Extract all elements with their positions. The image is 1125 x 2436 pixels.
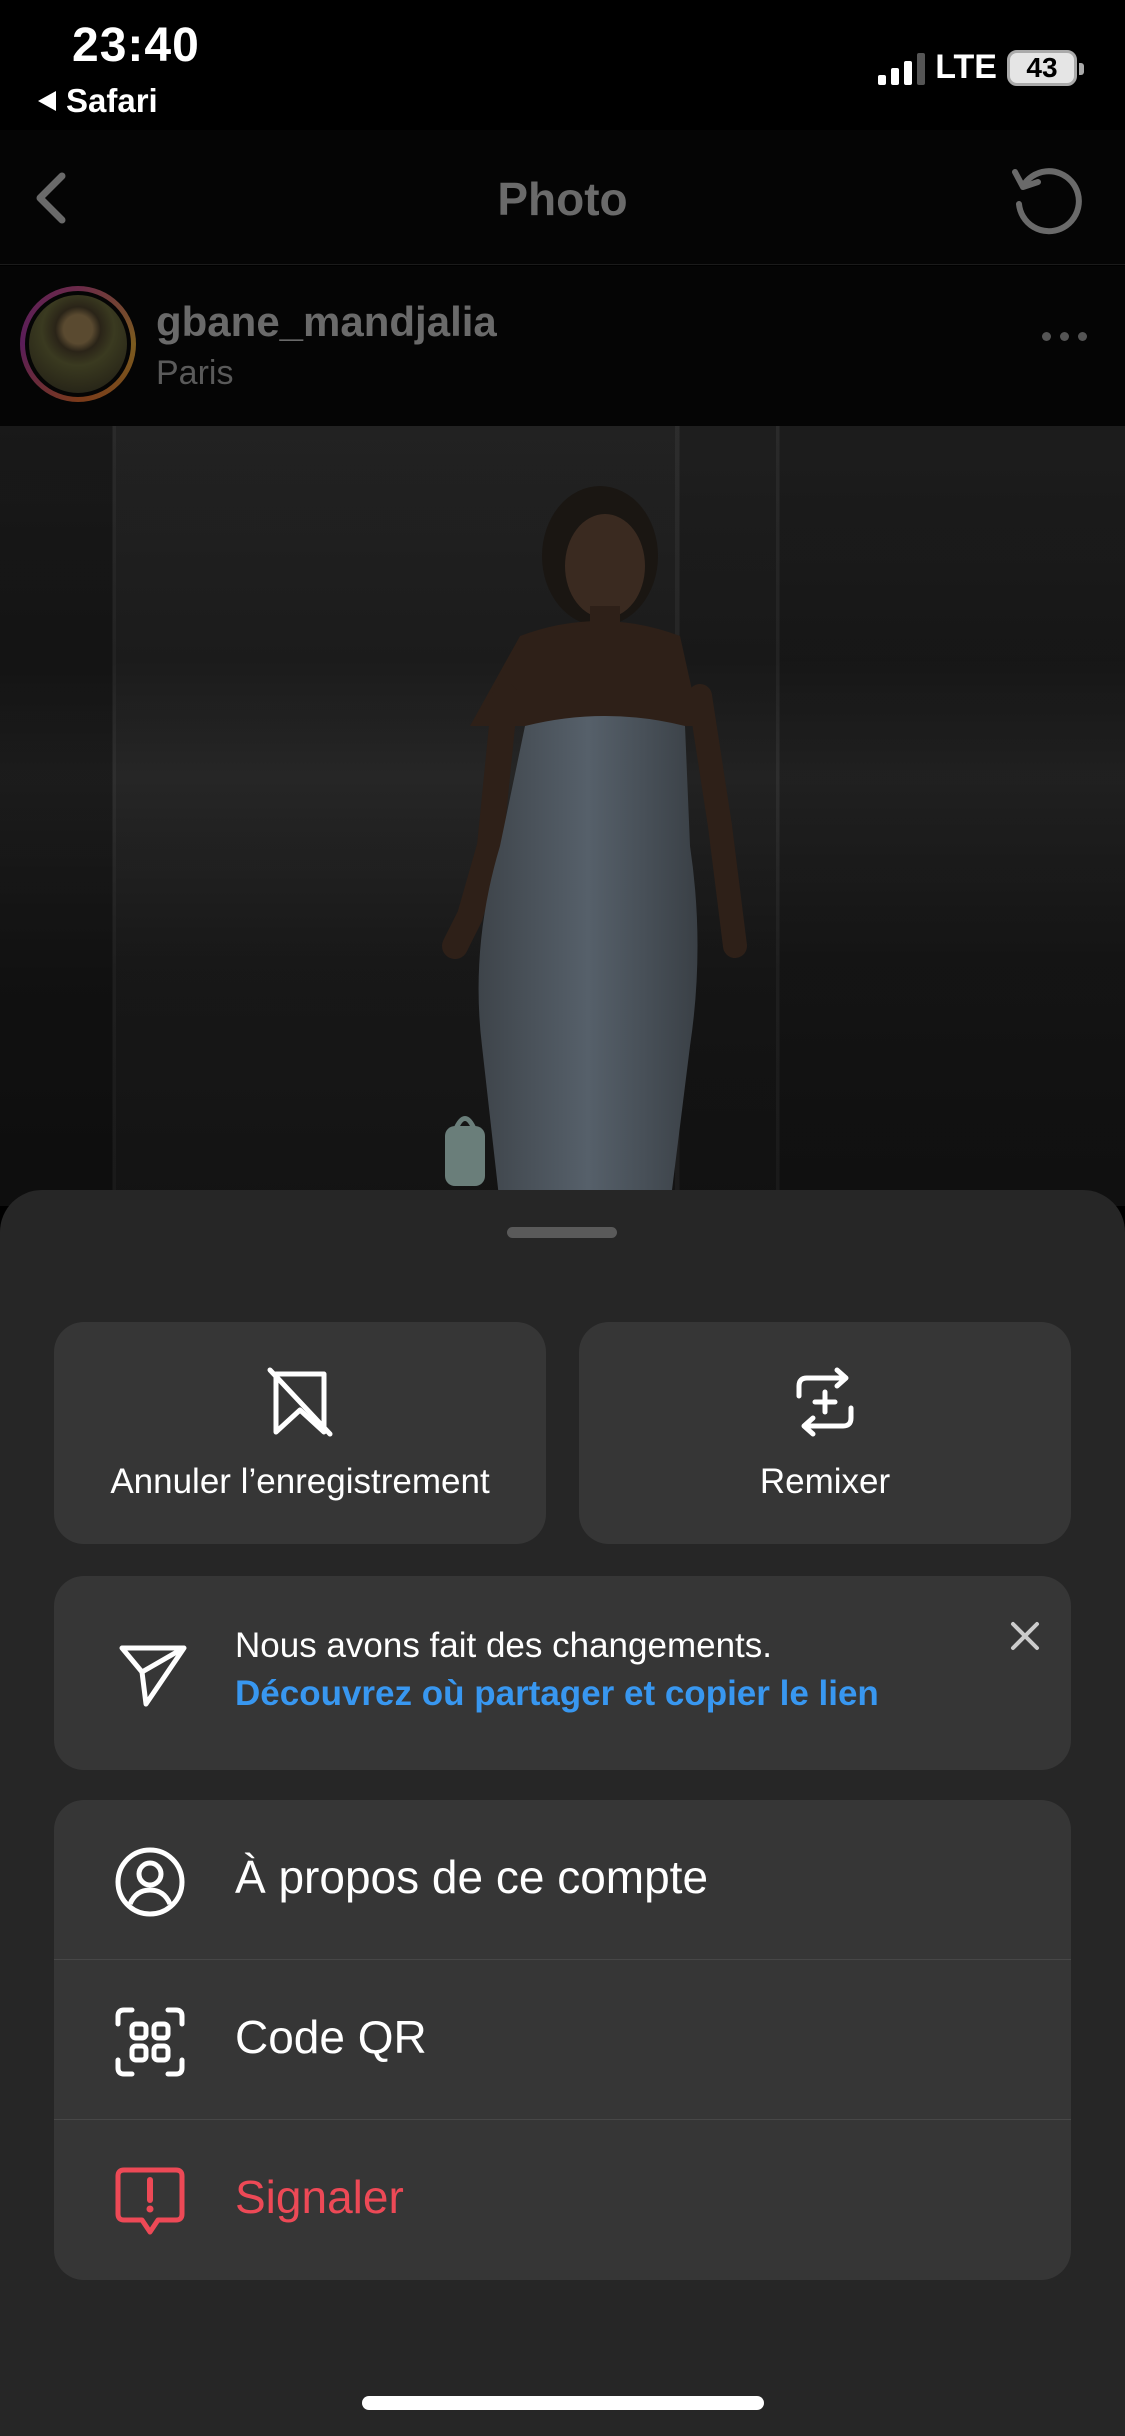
more-options-icon[interactable] (1042, 332, 1087, 341)
report-label: Signaler (235, 2171, 404, 2223)
about-account-label: À propos de ce compte (235, 1851, 709, 1903)
battery-icon: 43 (1007, 49, 1084, 86)
remix-label: Remixer (759, 1462, 891, 1501)
status-indicators: LTE 43 (878, 48, 1084, 87)
unsave-label: Annuler l’enregistrement (110, 1462, 490, 1501)
unsave-button[interactable]: Annuler l’enregistrement (54, 1322, 546, 1544)
account-icon (115, 1847, 185, 1917)
story-ring[interactable] (20, 286, 136, 402)
network-type: LTE (935, 48, 997, 86)
menu-item-about-account[interactable]: À propos de ce compte (54, 1800, 1071, 1960)
home-indicator[interactable] (362, 2396, 764, 2410)
photo-figure-illustration (442, 486, 747, 1206)
back-to-app-link[interactable]: Safari (38, 82, 158, 120)
location[interactable]: Paris (156, 354, 233, 393)
options-list: À propos de ce compte Code QR Signaler (54, 1800, 1071, 2280)
menu-item-report[interactable]: Signaler (54, 2120, 1071, 2280)
menu-item-qr-code[interactable]: Code QR (54, 1960, 1071, 2120)
page-title: Photo (497, 173, 628, 225)
options-sheet: Annuler l’enregistrement Remixer Nous av… (0, 1190, 1125, 2436)
post-header: gbane_mandjalia Paris (0, 266, 1125, 426)
back-triangle-icon (38, 91, 56, 111)
status-bar: 23:40 Safari LTE 43 (0, 0, 1125, 130)
back-app-label: Safari (66, 82, 158, 119)
report-icon (115, 2167, 185, 2235)
notice-text: Nous avons fait des changements. (235, 1626, 772, 1665)
notice-link[interactable]: Découvrez où partager et copier le lien (235, 1674, 879, 1714)
unsave-bookmark-icon (267, 1367, 333, 1437)
sheet-grabber[interactable] (507, 1227, 617, 1238)
battery-level: 43 (1026, 51, 1058, 83)
remix-icon (796, 1367, 854, 1437)
post-photo[interactable] (0, 426, 1125, 1206)
username[interactable]: gbane_mandjalia (156, 298, 497, 346)
avatar[interactable] (25, 291, 131, 397)
nav-header: Photo (0, 130, 1125, 265)
share-changes-notice[interactable]: Nous avons fait des changements. Découvr… (54, 1576, 1071, 1770)
signal-icon (878, 51, 926, 85)
refresh-icon[interactable] (1007, 160, 1085, 238)
qr-code-icon (115, 2007, 185, 2077)
qr-code-label: Code QR (235, 2011, 427, 2063)
send-icon (119, 1645, 187, 1707)
close-icon[interactable] (1005, 1616, 1045, 1656)
remix-button[interactable]: Remixer (579, 1322, 1071, 1544)
status-time: 23:40 (72, 19, 200, 72)
